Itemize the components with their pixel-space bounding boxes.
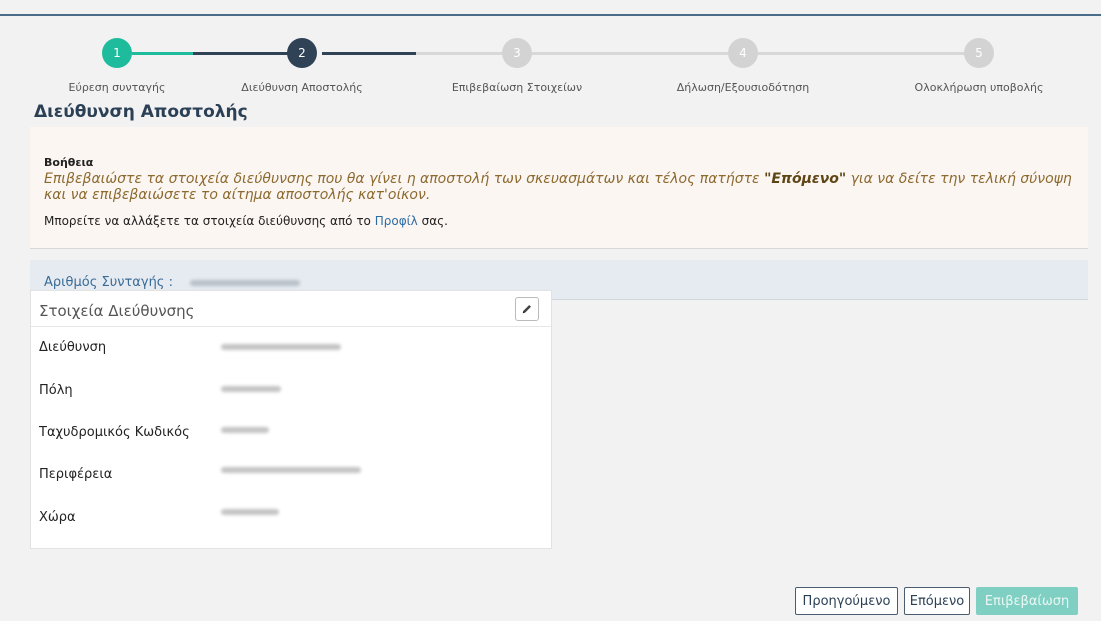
help-note: Μπορείτε να αλλάξετε τα στοιχεία διεύθυν…: [44, 214, 448, 228]
progress-stepper: 1 2 3 4 5 Εύρεση συνταγής Διεύθυνση Αποσ…: [20, 16, 1090, 111]
previous-button[interactable]: Προηγούμενο: [795, 587, 898, 615]
next-button[interactable]: Επόμενο: [904, 587, 970, 615]
step-1-circle: 1: [102, 38, 132, 68]
address-card-header: Στοιχεία Διεύθυνσης: [31, 291, 551, 327]
step-3-circle: 3: [502, 38, 532, 68]
step-3-label: Επιβεβαίωση Στοιχείων: [451, 81, 583, 94]
step-5-label: Ολοκλήρωση υποβολής: [914, 81, 1044, 94]
help-note-part: Μπορείτε να αλλάξετε τα στοιχεία διεύθυν…: [44, 214, 375, 228]
page-container: 1 2 3 4 5 Εύρεση συνταγής Διεύθυνση Αποσ…: [20, 16, 1090, 621]
help-box: Βοήθεια Επιβεβαιώστε τα στοιχεία διεύθυν…: [30, 127, 1088, 249]
help-text-part: Επιβεβαιώστε τα στοιχεία διεύθυνσης που …: [44, 171, 765, 187]
step-5-circle: 5: [964, 38, 994, 68]
field-value-region-redacted: [221, 467, 361, 473]
prescription-label: Αριθμός Συνταγής :: [44, 275, 173, 290]
stepper-connector-3: [532, 52, 728, 55]
confirm-button[interactable]: Επιβεβαίωση: [976, 587, 1078, 615]
address-card: Στοιχεία Διεύθυνσης Διεύθυνση Πόλη Ταχυδ…: [30, 290, 552, 549]
step-2-label: Διεύθυνση Αποστολής: [241, 81, 363, 94]
field-label-city: Πόλη: [39, 383, 73, 398]
help-title: Βοήθεια: [44, 156, 94, 169]
field-value-address-redacted: [221, 344, 341, 350]
pencil-icon: [522, 305, 531, 314]
step-2-circle: 2: [287, 38, 317, 68]
field-value-city-redacted: [221, 386, 281, 392]
stepper-connector-2b: [416, 52, 502, 55]
field-label-country: Χώρα: [39, 510, 76, 525]
step-4-circle: 4: [728, 38, 758, 68]
field-value-country-redacted: [221, 509, 279, 515]
prescription-value-redacted: [190, 280, 300, 286]
help-text-bold: "Επόμενο": [764, 171, 847, 187]
field-value-postal-code-redacted: [221, 427, 269, 433]
help-note-part: σας.: [417, 214, 448, 228]
address-card-title: Στοιχεία Διεύθυνσης: [39, 302, 195, 320]
page-title: Διεύθυνση Αποστολής: [34, 102, 248, 122]
step-4-label: Δήλωση/Εξουσιοδότηση: [676, 81, 810, 94]
help-text: Επιβεβαιώστε τα στοιχεία διεύθυνσης που …: [44, 171, 1074, 203]
stepper-connector-1b: [193, 52, 296, 55]
profile-link[interactable]: Προφίλ: [375, 214, 418, 228]
field-label-address: Διεύθυνση: [39, 340, 107, 355]
edit-address-button[interactable]: [515, 297, 539, 321]
field-label-postal-code: Ταχυδρομικός Κωδικός: [39, 425, 190, 440]
stepper-connector-4: [758, 52, 964, 55]
field-label-region: Περιφέρεια: [39, 467, 113, 482]
